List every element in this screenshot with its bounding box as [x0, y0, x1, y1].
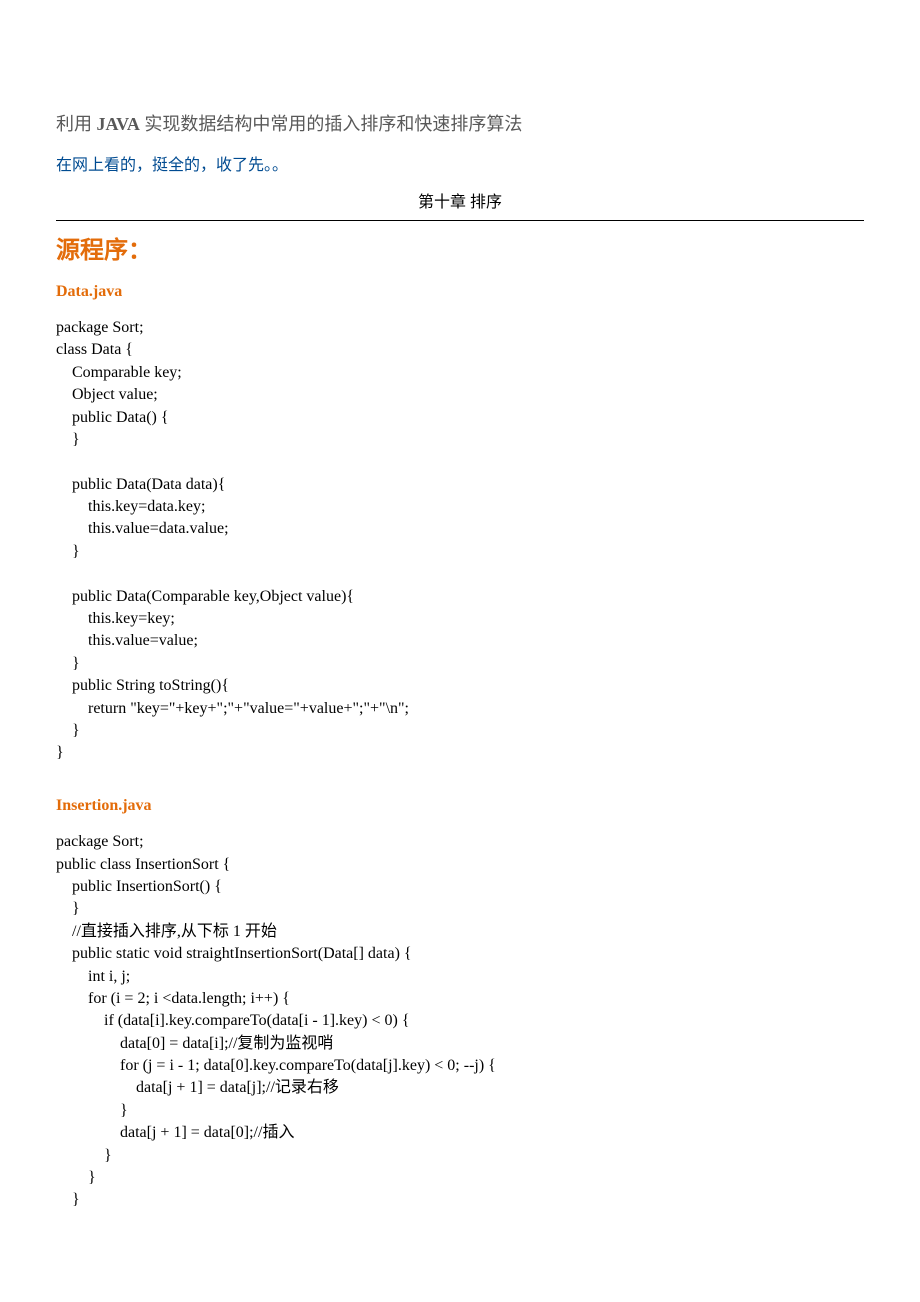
- document-page: 利用 JAVA 实现数据结构中常用的插入排序和快速排序算法 在网上看的，挺全的，…: [0, 0, 920, 1298]
- title-suffix: 实现数据结构中常用的插入排序和快速排序算法: [140, 114, 523, 134]
- title-bold: JAVA: [97, 114, 140, 134]
- file-heading-1: Data.java: [56, 281, 864, 303]
- section-heading: 源程序：: [56, 235, 864, 269]
- document-title: 利用 JAVA 实现数据结构中常用的插入排序和快速排序算法: [56, 112, 864, 137]
- title-prefix: 利用: [56, 114, 97, 134]
- code-block-1: package Sort; class Data { Comparable ke…: [56, 317, 864, 765]
- code-block-2: package Sort; public class InsertionSort…: [56, 831, 864, 1212]
- chapter-title: 第十章 排序: [56, 192, 864, 221]
- file-heading-2: Insertion.java: [56, 795, 864, 817]
- intro-note: 在网上看的，挺全的，收了先。。: [56, 155, 864, 177]
